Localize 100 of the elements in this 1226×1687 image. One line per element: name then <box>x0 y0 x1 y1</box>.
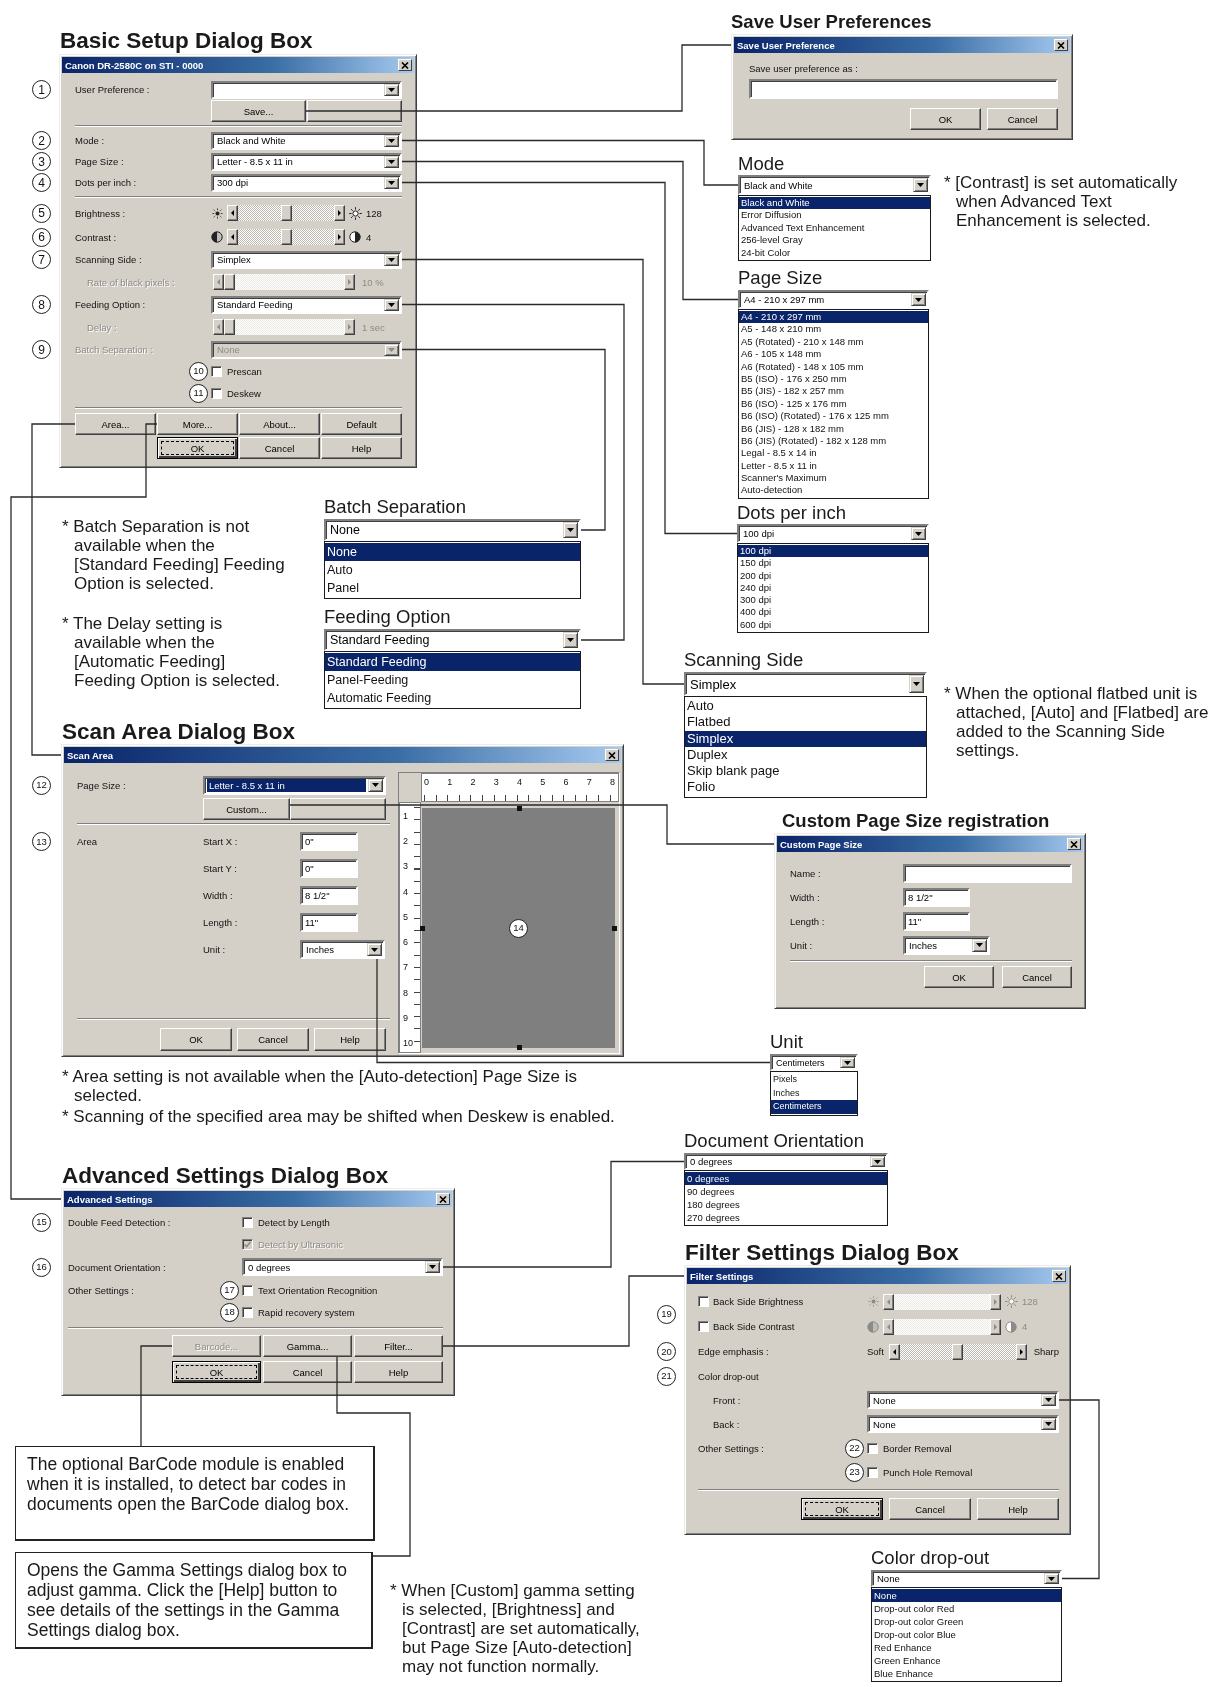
list-option[interactable]: Advanced Text Enhancement <box>739 221 930 235</box>
close-icon[interactable] <box>1067 838 1081 850</box>
list-option[interactable]: Drop-out color Green <box>872 1615 1061 1628</box>
dialog-button[interactable]: Help <box>321 437 402 459</box>
caret-icon[interactable] <box>870 1156 885 1167</box>
dropdown[interactable]: A4 - 210 x 297 mm <box>738 290 929 309</box>
dropdown[interactable]: Inches <box>300 940 385 959</box>
list-option[interactable]: None <box>872 1589 1061 1602</box>
input-field[interactable] <box>749 79 1058 99</box>
list-option[interactable]: Panel-Feeding <box>325 671 580 689</box>
caret-icon[interactable] <box>384 83 399 96</box>
scan-area-preview[interactable]: 14 <box>422 808 615 1048</box>
close-icon[interactable] <box>436 1193 450 1205</box>
resize-handle[interactable] <box>516 806 522 811</box>
dropdown[interactable]: Simplex <box>684 672 927 696</box>
dropdown[interactable]: 0 degrees <box>242 1258 443 1276</box>
list-option[interactable]: Duplex <box>685 746 926 764</box>
list-option[interactable]: Folio <box>685 779 926 796</box>
list-option[interactable]: B6 (ISO) (Rotated) - 176 x 125 mm <box>739 410 928 423</box>
list-option[interactable]: Flatbed <box>685 714 926 731</box>
list-option[interactable]: 100 dpi <box>738 545 928 558</box>
close-icon[interactable] <box>1052 1270 1066 1282</box>
list-option[interactable]: 180 degrees <box>685 1198 887 1211</box>
dropdown[interactable]: None <box>867 1391 1059 1409</box>
list-option[interactable]: 256-level Gray <box>739 234 930 247</box>
close-icon[interactable] <box>398 59 412 71</box>
list-option[interactable]: Auto <box>685 698 926 715</box>
dialog-button[interactable]: Cancel <box>987 108 1058 130</box>
input-field[interactable]: 0" <box>300 832 358 851</box>
blank-button[interactable] <box>307 100 402 122</box>
dropdown[interactable] <box>211 80 402 99</box>
list-option[interactable]: A6 - 105 x 148 mm <box>739 348 928 361</box>
list-option[interactable]: A4 - 210 x 297 mm <box>739 311 928 324</box>
list-option[interactable]: B6 (JIS) - 128 x 182 mm <box>739 422 928 435</box>
caret-icon[interactable] <box>368 778 383 792</box>
list-option[interactable]: 300 dpi <box>738 594 928 607</box>
input-field[interactable] <box>903 863 1072 883</box>
list-option[interactable]: Pixels <box>771 1073 857 1087</box>
list-option[interactable]: Simplex <box>685 730 926 747</box>
caret-icon[interactable] <box>1041 1394 1056 1406</box>
caret-icon[interactable] <box>911 293 926 306</box>
dropdown[interactable]: None <box>324 519 581 541</box>
list-option[interactable]: 400 dpi <box>738 606 928 619</box>
list-option[interactable]: None <box>325 543 580 561</box>
list-option[interactable]: 200 dpi <box>738 569 928 582</box>
list-option[interactable]: 150 dpi <box>738 557 928 570</box>
list-option[interactable]: A5 - 148 x 210 mm <box>739 323 928 336</box>
caret-icon[interactable] <box>384 134 399 147</box>
list-option[interactable]: 240 dpi <box>738 581 928 595</box>
caret-icon[interactable] <box>563 632 578 648</box>
dialog-button[interactable]: OK <box>160 1027 232 1051</box>
dialog-button[interactable]: Cancel <box>239 437 320 459</box>
list-option[interactable]: 90 degrees <box>685 1185 887 1198</box>
blank-button[interactable] <box>290 798 386 820</box>
dropdown[interactable]: Standard Feeding <box>211 295 402 314</box>
dropdown[interactable]: 100 dpi <box>737 524 929 543</box>
dialog-button[interactable]: OK <box>157 437 238 459</box>
dialog-button[interactable]: Help <box>354 1361 443 1383</box>
list-option[interactable]: Auto-detection <box>739 484 928 497</box>
dialog-button[interactable]: Area... <box>75 413 156 435</box>
list-option[interactable]: Inches <box>771 1086 857 1100</box>
checkbox[interactable] <box>211 387 222 399</box>
dialog-button[interactable]: Filter... <box>354 1335 443 1357</box>
list-option[interactable]: Letter - 8.5 x 11 in <box>739 459 928 473</box>
caret-icon[interactable] <box>1041 1418 1056 1430</box>
dialog-button[interactable]: Default <box>321 413 402 435</box>
list-option[interactable]: Drop-out color Blue <box>872 1628 1061 1641</box>
caret-icon[interactable] <box>972 938 987 952</box>
caret-icon[interactable] <box>384 155 399 168</box>
list-option[interactable]: Automatic Feeding <box>325 689 580 707</box>
caret-icon[interactable] <box>913 178 928 192</box>
dropdown[interactable]: Centimeters <box>770 1054 858 1071</box>
dialog-button[interactable]: Cancel <box>1002 966 1072 988</box>
caret-icon[interactable] <box>367 943 382 956</box>
dialog-button[interactable]: Cancel <box>263 1361 352 1383</box>
close-icon[interactable] <box>1054 39 1068 51</box>
list-option[interactable]: Skip blank page <box>685 763 926 780</box>
list-option[interactable]: 0 degrees <box>685 1172 887 1185</box>
list-option[interactable]: Blue Enhance <box>872 1667 1061 1680</box>
dialog-button[interactable]: Help <box>314 1027 386 1051</box>
input-field[interactable]: 11" <box>300 913 358 932</box>
caret-icon[interactable] <box>563 522 578 538</box>
list-option[interactable]: A6 (Rotated) - 148 x 105 mm <box>739 360 928 373</box>
list-option[interactable]: Centimeters <box>771 1100 857 1114</box>
dialog-button[interactable]: OK <box>910 108 981 130</box>
dropdown[interactable]: None <box>871 1570 1062 1587</box>
dialog-button[interactable]: More... <box>157 413 238 435</box>
list-option[interactable]: Standard Feeding <box>325 653 580 671</box>
caret-icon[interactable] <box>384 253 399 266</box>
dropdown[interactable]: 300 dpi <box>211 173 402 192</box>
dropdown[interactable]: Simplex <box>211 250 402 269</box>
dropdown[interactable]: Standard Feeding <box>324 629 581 651</box>
dialog-button[interactable]: OK <box>801 1498 883 1520</box>
dropdown[interactable]: None <box>867 1415 1059 1433</box>
dialog-button[interactable]: About... <box>239 413 320 435</box>
caret-icon[interactable] <box>384 176 399 189</box>
checkbox[interactable] <box>867 1442 878 1454</box>
dropdown[interactable]: Black and White <box>738 175 931 195</box>
list-option[interactable]: Legal - 8.5 x 14 in <box>739 447 928 460</box>
list-option[interactable]: A5 (Rotated) - 210 x 148 mm <box>739 335 928 349</box>
